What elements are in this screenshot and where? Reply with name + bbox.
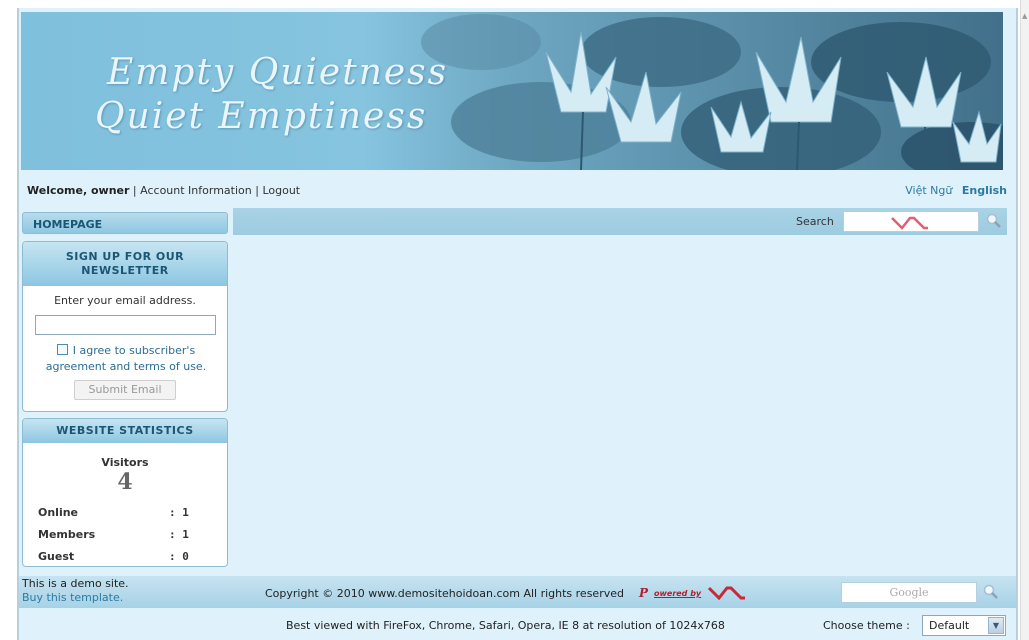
- statistics-heading: WEBSITE STATISTICS: [23, 419, 227, 443]
- newsletter-heading-line2: NEWSLETTER: [81, 264, 169, 277]
- visitors-count: 4: [117, 469, 133, 495]
- newsletter-heading-line1: SIGN UP FOR OUR: [65, 250, 185, 263]
- google-search-magnifier-icon[interactable]: [982, 583, 1000, 601]
- nav-homepage-label: HOMEPAGE: [33, 218, 103, 231]
- user-bar: Welcome, owner | Account Information | L…: [27, 184, 1007, 200]
- stat-value: : 1: [169, 506, 189, 519]
- separator: |: [132, 184, 137, 197]
- submit-email-button[interactable]: Submit Email: [74, 380, 176, 400]
- stat-value: : 0: [169, 550, 189, 563]
- chevron-down-icon[interactable]: ▼: [988, 617, 1004, 634]
- website-statistics-box: WEBSITE STATISTICS Visitors 4 Online : 1…: [22, 418, 228, 567]
- stat-row-members: Members : 1: [38, 528, 218, 541]
- stat-value: : 1: [169, 528, 189, 541]
- nav-homepage[interactable]: HOMEPAGE: [22, 212, 228, 234]
- search-label: Search: [796, 215, 834, 228]
- agree-line2: agreement and terms of use.: [45, 360, 207, 373]
- powered-by-logo-icon[interactable]: [707, 584, 747, 600]
- footer-bottom: Best viewed with FireFox, Chrome, Safari…: [19, 609, 1016, 640]
- powered-by-initial: P: [639, 586, 649, 600]
- google-search-input[interactable]: Google: [841, 582, 977, 603]
- logout-link[interactable]: Logout: [262, 184, 300, 197]
- newsletter-box: SIGN UP FOR OUR NEWSLETTER Enter your em…: [22, 241, 228, 412]
- page-scrollbar[interactable]: ▲: [1020, 0, 1029, 640]
- language-english-link[interactable]: English: [962, 184, 1007, 197]
- theme-select[interactable]: Default ▼: [922, 615, 1006, 636]
- header-banner: Empty Quietness Quiet Emptiness: [21, 12, 1003, 170]
- buy-template-link[interactable]: Buy this template.: [22, 591, 123, 604]
- newsletter-heading: SIGN UP FOR OUR NEWSLETTER: [23, 242, 227, 286]
- page-container: Empty Quietness Quiet Emptiness Welcome,…: [17, 8, 1018, 640]
- visitors-label: Visitors: [101, 456, 149, 469]
- best-viewed-note: Best viewed with FireFox, Chrome, Safari…: [286, 619, 725, 632]
- welcome-text: Welcome, owner: [27, 184, 130, 197]
- main-header-strip: Search: [233, 208, 1007, 235]
- separator: |: [255, 184, 259, 197]
- newsletter-email-input[interactable]: [35, 315, 216, 335]
- theme-select-value: Default: [929, 619, 970, 632]
- stat-label: Members: [38, 528, 96, 541]
- newsletter-prompt: Enter your email address.: [54, 294, 196, 307]
- banner-title-line2: Quiet Emptiness: [95, 96, 428, 137]
- stat-label: Guest: [38, 550, 75, 563]
- account-information-link[interactable]: Account Information: [140, 184, 252, 197]
- stat-row-online: Online : 1: [38, 506, 218, 519]
- choose-theme-label: Choose theme :: [823, 619, 910, 632]
- stat-label: Online: [38, 506, 79, 519]
- search-magnifier-icon[interactable]: [985, 212, 1003, 230]
- search-input[interactable]: [843, 211, 979, 232]
- stat-row-guest: Guest : 0: [38, 550, 218, 563]
- powered-by-text: owered by: [654, 589, 702, 598]
- search-logo-icon: [891, 216, 928, 230]
- copyright-text: Copyright © 2010 www.demositehoidoan.com…: [265, 587, 624, 600]
- agree-checkbox[interactable]: [57, 344, 68, 355]
- demo-site-note: This is a demo site.: [22, 577, 129, 590]
- footer-bar: This is a demo site. Buy this template. …: [19, 576, 1016, 608]
- banner-title-line1: Empty Quietness: [107, 52, 449, 93]
- language-vietnamese-link[interactable]: Việt Ngữ: [905, 184, 952, 197]
